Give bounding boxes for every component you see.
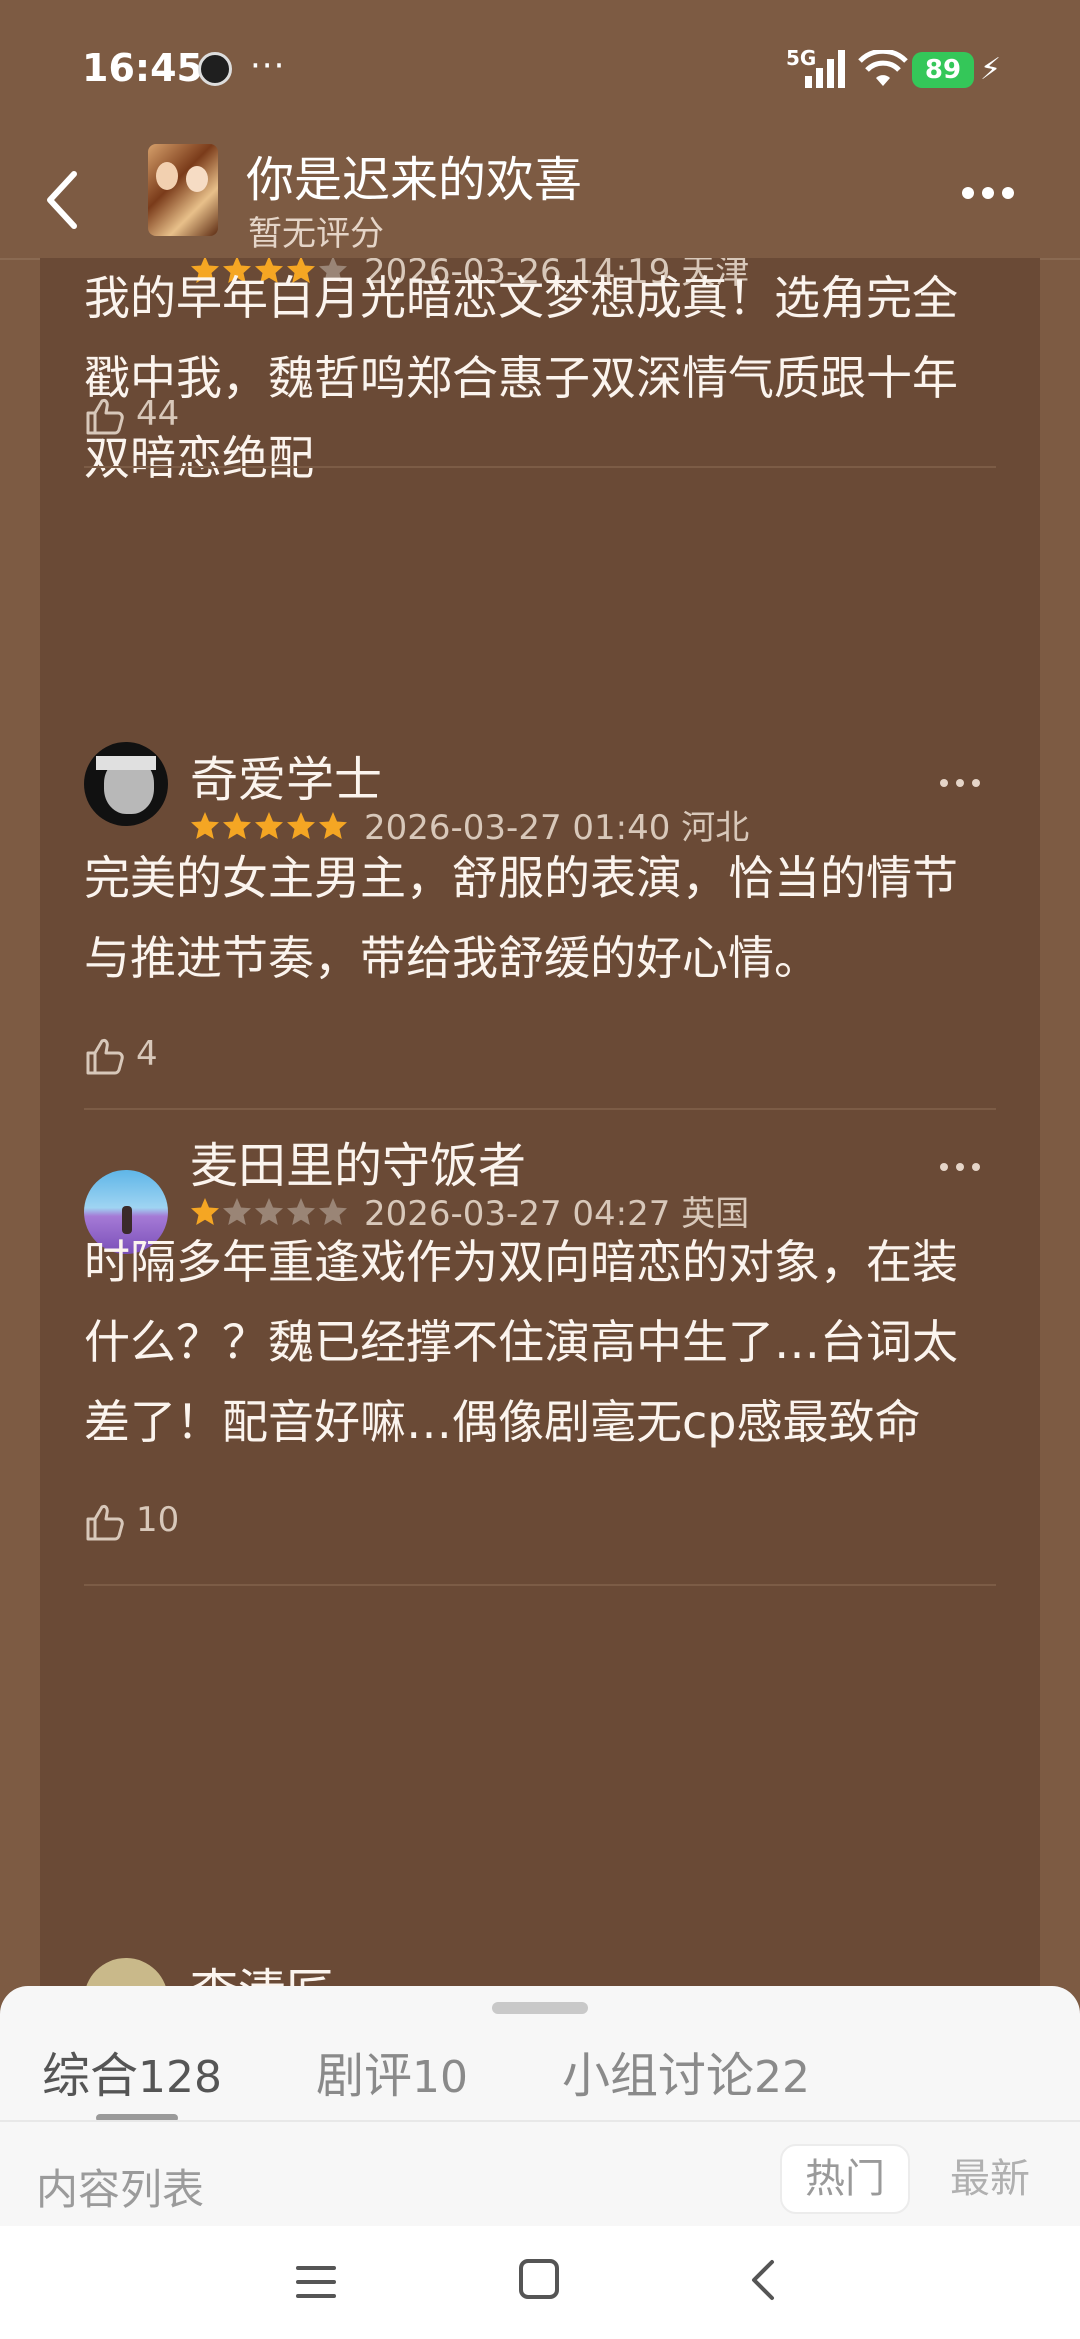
like-button[interactable]: 44 xyxy=(84,394,179,437)
review-body: 完美的女主男主，舒服的表演，恰当的情节与推进节奏，带给我舒缓的好心情。 xyxy=(84,851,958,985)
wifi-icon xyxy=(858,50,908,86)
thumbs-up-icon xyxy=(86,398,124,434)
star-filled-icon xyxy=(319,811,347,839)
system-nav-bar xyxy=(0,2226,1080,2339)
review-body: 时隔多年重逢戏作为双向暗恋的对象，在装什么？？魏已经撑不住演高中生了…台词太差了… xyxy=(84,1235,958,1449)
star-filled-icon xyxy=(255,811,283,839)
review-divider xyxy=(84,1108,996,1110)
review-more-icon[interactable] xyxy=(940,772,1000,788)
reviews-panel[interactable]: 2026-03-26 14:19 天津 我的早年白月光暗恋文梦想成真！选角完全戳… xyxy=(40,258,1040,1998)
tab-comprehensive[interactable]: 综合128 xyxy=(42,2036,222,2106)
star-filled-icon xyxy=(191,811,219,839)
signal-icon xyxy=(805,50,845,88)
menu-icon[interactable] xyxy=(296,2264,336,2300)
review-body: 我的早年白月光暗恋文梦想成真！选角完全戳中我，魏哲鸣郑合惠子双深情气质跟十年双暗… xyxy=(84,271,958,485)
thumbs-up-icon xyxy=(86,1038,124,1074)
sort-hot-button[interactable]: 热门 xyxy=(780,2144,910,2214)
tab-group-discussions[interactable]: 小组讨论22 xyxy=(562,2036,810,2106)
page-title: 你是迟来的欢喜 xyxy=(246,152,583,208)
review-divider xyxy=(84,1584,996,1586)
rating-label: 暂无评分 xyxy=(248,214,384,254)
status-more-dots: ··· xyxy=(250,46,286,86)
home-icon[interactable] xyxy=(518,2258,560,2300)
back-nav-icon[interactable] xyxy=(744,2256,780,2304)
content-list-label: 内容列表 xyxy=(36,2165,205,2214)
back-icon[interactable] xyxy=(30,160,100,240)
like-count: 44 xyxy=(136,394,180,434)
status-bar: 16:45 ··· 5G 89 ⚡ xyxy=(0,0,1080,140)
app-header: 你是迟来的欢喜 暂无评分 xyxy=(0,140,1080,260)
battery-indicator: 89 xyxy=(912,52,974,88)
more-options-icon[interactable] xyxy=(962,184,1022,204)
sort-toggle: 热门 最新 xyxy=(780,2144,1050,2214)
review-divider xyxy=(84,466,996,468)
star-filled-icon xyxy=(287,811,315,839)
star-filled-icon xyxy=(223,811,251,839)
status-time: 16:45 xyxy=(82,46,203,90)
charging-icon: ⚡ xyxy=(980,52,1002,87)
tabs-divider xyxy=(0,2120,1080,2122)
like-button[interactable]: 4 xyxy=(84,1034,158,1077)
avatar[interactable] xyxy=(84,742,168,826)
like-button[interactable]: 10 xyxy=(84,1500,179,1543)
sort-new-button[interactable]: 最新 xyxy=(930,2144,1050,2214)
like-count: 4 xyxy=(136,1034,158,1074)
like-count: 10 xyxy=(136,1500,180,1540)
show-cover-thumbnail[interactable] xyxy=(148,144,218,236)
watch-icon xyxy=(198,52,232,86)
review-more-icon[interactable] xyxy=(940,1156,1000,1172)
sheet-drag-handle[interactable] xyxy=(492,2002,588,2014)
tab-drama-reviews[interactable]: 剧评10 xyxy=(316,2036,468,2106)
thumbs-up-icon xyxy=(86,1504,124,1540)
